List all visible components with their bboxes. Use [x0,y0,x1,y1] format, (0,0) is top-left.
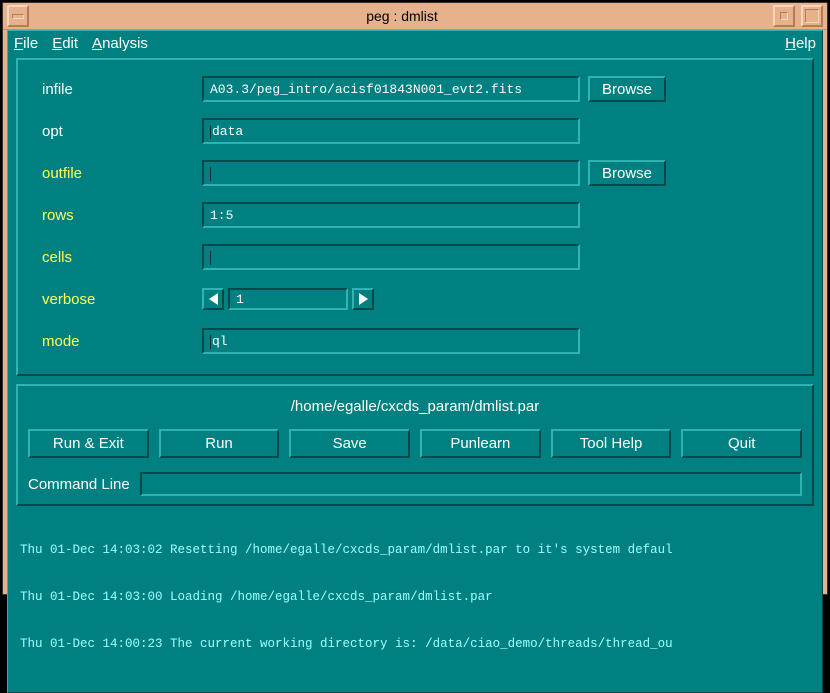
menu-edit[interactable]: Edit [52,35,78,52]
param-label-outfile: outfile [42,165,202,182]
outfile-input[interactable] [202,160,580,186]
maximize-button[interactable] [801,5,823,27]
caret-icon [210,251,211,265]
punlearn-button[interactable]: Punlearn [420,429,541,458]
run-and-exit-button[interactable]: Run & Exit [28,429,149,458]
infile-browse-button[interactable]: Browse [588,76,666,102]
opt-input[interactable]: data [202,118,580,144]
param-row-verbose: verbose 1 [42,286,788,312]
menu-help[interactable]: Help [785,35,816,52]
action-button-row: Run & Exit Run Save Punlearn Tool Help Q… [28,429,802,458]
param-label-cells: cells [42,249,202,266]
param-row-cells: cells [42,244,788,270]
param-label-opt: opt [42,123,202,140]
param-row-mode: mode ql [42,328,788,354]
param-label-infile: infile [42,81,202,98]
menubar: File Edit Analysis Help [8,31,822,56]
log-line: Thu 01-Dec 14:03:00 Loading /home/egalle… [20,590,810,606]
save-button[interactable]: Save [289,429,410,458]
param-label-verbose: verbose [42,291,202,308]
app-body: File Edit Analysis Help infile A03.3/peg… [7,30,823,693]
system-menu-button[interactable] [7,5,29,27]
run-button[interactable]: Run [159,429,280,458]
caret-icon [210,335,211,349]
titlebar[interactable]: peg : dmlist [3,3,827,30]
window-frame: peg : dmlist File Edit Analysis Help inf… [2,2,828,595]
verbose-input[interactable]: 1 [228,288,348,310]
param-row-opt: opt data [42,118,788,144]
command-line-input[interactable] [140,472,802,496]
rows-input[interactable]: 1:5 [202,202,580,228]
log-line: Thu 01-Dec 14:00:23 The current working … [20,637,810,653]
footer-panel: /home/egalle/cxcds_param/dmlist.par Run … [16,384,814,506]
window-title: peg : dmlist [33,8,771,24]
quit-button[interactable]: Quit [681,429,802,458]
triangle-right-icon [359,293,368,305]
param-row-infile: infile A03.3/peg_intro/acisf01843N001_ev… [42,76,788,102]
minimize-button[interactable] [773,5,795,27]
infile-input[interactable]: A03.3/peg_intro/acisf01843N001_evt2.fits [202,76,580,102]
cells-input[interactable] [202,244,580,270]
outfile-browse-button[interactable]: Browse [588,160,666,186]
command-line-row: Command Line [28,472,802,496]
menu-file[interactable]: File [14,35,38,52]
param-row-rows: rows 1:5 [42,202,788,228]
verbose-increment-button[interactable] [352,288,374,310]
triangle-left-icon [209,293,218,305]
log-output: Thu 01-Dec 14:03:02 Resetting /home/egal… [16,510,814,686]
param-row-outfile: outfile Browse [42,160,788,186]
caret-icon [210,125,211,139]
parfile-path: /home/egalle/cxcds_param/dmlist.par [28,396,802,419]
param-panel: infile A03.3/peg_intro/acisf01843N001_ev… [16,58,814,376]
param-label-mode: mode [42,333,202,350]
verbose-decrement-button[interactable] [202,288,224,310]
param-label-rows: rows [42,207,202,224]
mode-input[interactable]: ql [202,328,580,354]
caret-icon [210,167,211,181]
command-line-label: Command Line [28,476,130,493]
menu-analysis[interactable]: Analysis [92,35,148,52]
log-line: Thu 01-Dec 14:03:02 Resetting /home/egal… [20,543,810,559]
tool-help-button[interactable]: Tool Help [551,429,672,458]
